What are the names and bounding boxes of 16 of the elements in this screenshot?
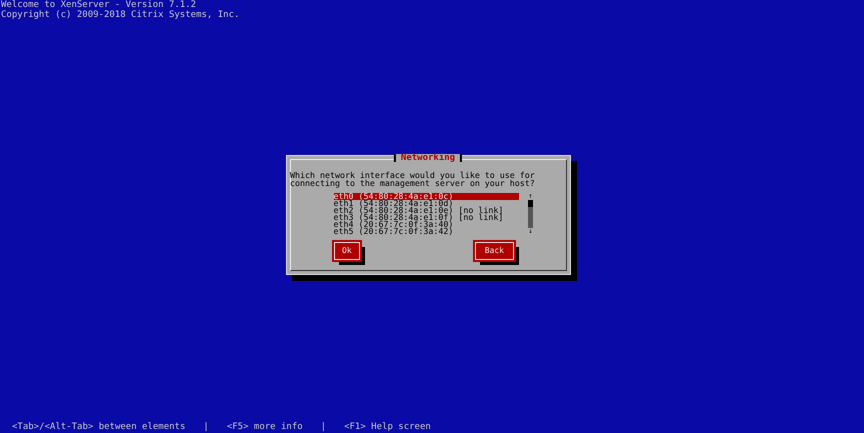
interface-item[interactable]: eth4 (20:67:7c:0f:3a:40) [334,221,518,228]
status-text: <Tab>/<Alt-Tab> between elements [12,422,186,432]
interface-item[interactable]: eth1 (54:80:28:4a:e1:0d) [334,200,518,207]
header-text: Copyright (c) 2009-2018 Citrix Systems, Inc. [1,10,240,20]
interface-item[interactable]: eth3 (54:80:28:4a:e1:0f) [no link] [334,214,518,221]
status-text: <F5> more info [226,422,303,432]
interface-item[interactable]: eth5 (20:67:7c:0f:3a:42) [334,228,518,235]
status-text: <F1> Help screen [344,422,431,432]
question-text: Which network interface would you like to use for connecting to the management server on your host? [290,171,536,187]
scrollbar-thumb[interactable] [528,200,533,207]
interface-item[interactable]: eth2 (54:80:28:4a:e1:0e) [no link] [334,207,518,214]
dialog-title: Networking [394,154,462,162]
status-text: | [320,422,326,432]
header-text: Welcome to XenServer - Version 7.1.2 [1,0,198,10]
interface-item[interactable]: eth0 (54:80:28:4a:e1:0c) [334,193,518,200]
status-text: | [203,422,209,432]
